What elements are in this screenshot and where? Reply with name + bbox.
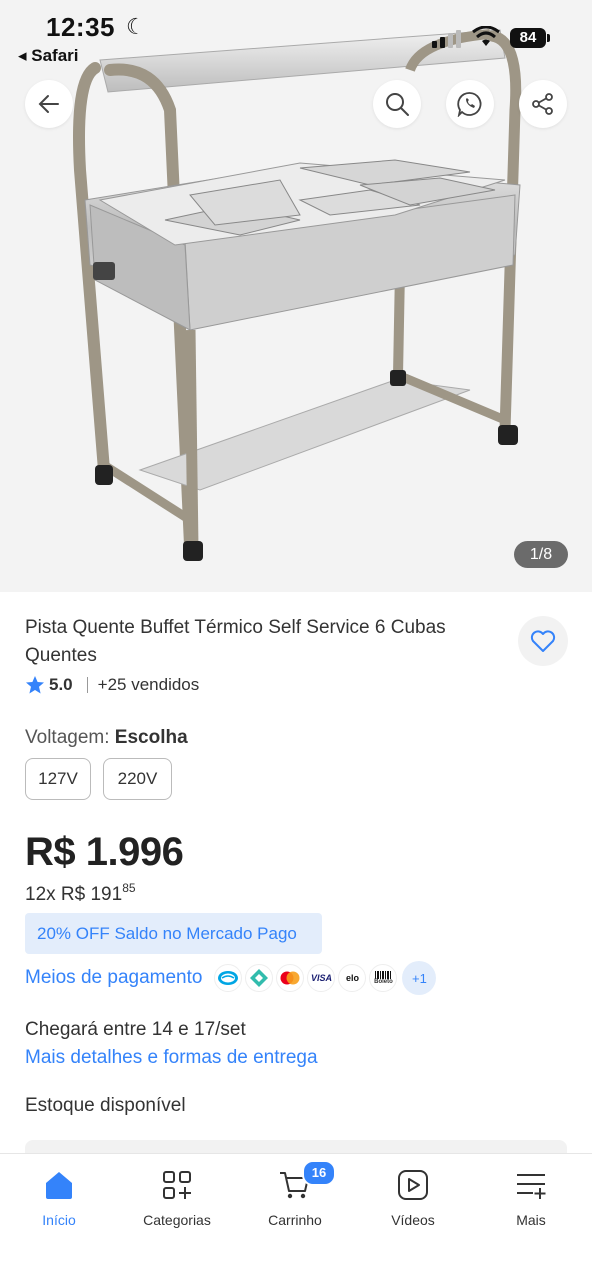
pix-icon xyxy=(245,964,274,992)
delivery-estimate: Chegará entre 14 e 17/set xyxy=(25,1019,246,1040)
tab-cart-label: Carrinho xyxy=(268,1212,322,1228)
search-icon xyxy=(386,93,409,116)
tab-home-label: Início xyxy=(42,1212,76,1228)
arrow-left-icon xyxy=(38,95,59,113)
heart-icon xyxy=(530,630,556,652)
product-image-gallery[interactable]: 12:35 ☾ ◂ Safari 84 1/8 xyxy=(0,0,592,592)
mercado-pago-icon xyxy=(214,964,243,992)
divider xyxy=(86,677,88,693)
voltage-option-127v[interactable]: 127V xyxy=(25,758,91,800)
voltage-label: Voltagem: Escolha xyxy=(25,727,188,749)
voltage-option-220v[interactable]: 220V xyxy=(103,758,172,800)
tab-more[interactable]: Mais xyxy=(476,1168,586,1228)
voltage-label-text: Voltagem: xyxy=(25,727,110,748)
cellular-signal-icon xyxy=(432,30,461,48)
more-payment-methods-badge[interactable]: +1 xyxy=(402,961,437,995)
share-icon xyxy=(532,93,553,115)
search-button[interactable] xyxy=(373,80,421,128)
star-icon xyxy=(26,676,44,694)
favorite-button[interactable] xyxy=(518,616,568,666)
promo-badge: 20% OFF Saldo no Mercado Pago xyxy=(25,913,322,954)
stock-status: Estoque disponível xyxy=(25,1095,186,1116)
delivery-details-link[interactable]: Mais detalhes e formas de entrega xyxy=(25,1047,318,1069)
product-image xyxy=(73,29,522,561)
battery-tip xyxy=(547,34,550,42)
payment-methods-link[interactable]: Meios de pagamento xyxy=(25,967,202,989)
tab-categories-label: Categorias xyxy=(143,1212,211,1228)
tab-categories[interactable]: Categorias xyxy=(122,1168,232,1228)
voltage-selected: Escolha xyxy=(114,727,188,748)
moon-icon: ☾ xyxy=(126,14,146,39)
more-icon xyxy=(517,1174,546,1199)
installments-cents: 85 xyxy=(122,881,136,895)
boleto-icon: Boleto xyxy=(369,964,398,992)
tab-cart[interactable]: 16 Carrinho xyxy=(240,1160,350,1228)
categories-icon xyxy=(163,1171,191,1199)
status-bar: 12:35 ☾ ◂ Safari 84 xyxy=(0,0,592,70)
product-title: Pista Quente Buffet Térmico Self Service… xyxy=(25,617,446,666)
whatsapp-share-button[interactable] xyxy=(446,80,494,128)
mastercard-icon xyxy=(276,964,305,992)
image-counter: 1/8 xyxy=(514,541,568,568)
tab-videos-label: Vídeos xyxy=(391,1212,435,1228)
installments-amount: 12x R$ 191 xyxy=(25,884,123,905)
tab-more-label: Mais xyxy=(516,1212,546,1228)
tab-home[interactable]: Início xyxy=(4,1168,114,1228)
status-time: 12:35 xyxy=(46,12,115,42)
tab-videos[interactable]: Vídeos xyxy=(358,1168,468,1228)
sold-count: +25 vendidos xyxy=(97,675,200,694)
rating-value: 5.0 xyxy=(49,675,73,694)
elo-icon: elo xyxy=(338,964,367,992)
product-price: R$ 1.996 xyxy=(25,830,184,874)
videos-icon xyxy=(398,1170,428,1200)
share-button[interactable] xyxy=(519,80,567,128)
installments: 12x R$ 19185 xyxy=(25,881,136,906)
boleto-label: Boleto xyxy=(374,979,393,985)
back-button[interactable] xyxy=(25,80,73,128)
bottom-tab-bar: Início Categorias 16 Carrinho Vídeos Mai… xyxy=(0,1153,592,1280)
payment-methods-row[interactable]: Meios de pagamento VISA elo Boleto +1 xyxy=(25,960,437,996)
whatsapp-icon xyxy=(457,92,482,117)
visa-icon: VISA xyxy=(307,964,336,992)
wifi-icon xyxy=(472,26,500,46)
home-icon xyxy=(46,1172,72,1199)
cart-count-badge: 16 xyxy=(302,1160,336,1186)
battery-indicator: 84 xyxy=(510,28,546,48)
rating-row[interactable]: 5.0 +25 vendidos xyxy=(25,673,199,697)
back-to-safari-link[interactable]: ◂ Safari xyxy=(18,46,79,66)
